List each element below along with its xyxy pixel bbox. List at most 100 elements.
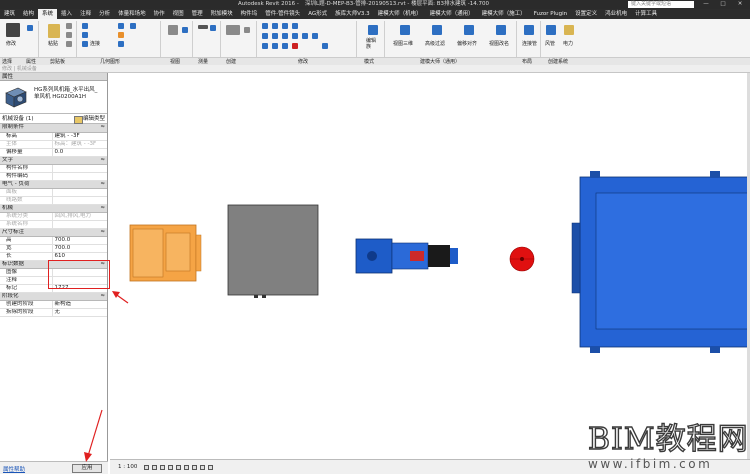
shadows-icon[interactable] xyxy=(168,465,173,470)
mirror-line-icon[interactable] xyxy=(292,23,298,29)
demolish-icon[interactable] xyxy=(130,23,136,29)
wall-join-icon[interactable] xyxy=(118,23,124,29)
drawing-canvas[interactable] xyxy=(110,73,750,459)
collapse-chevron-icon[interactable]: ≈ xyxy=(52,292,107,301)
power-system-icon[interactable] xyxy=(564,25,574,35)
tab-2[interactable]: 系统 xyxy=(38,9,58,19)
rename-view-icon[interactable] xyxy=(496,25,506,35)
property-row[interactable]: 长 610 xyxy=(0,252,107,261)
view-icon[interactable] xyxy=(168,25,178,35)
fan-box-orange[interactable] xyxy=(129,224,202,282)
tab-16[interactable]: 建模大师（通用） xyxy=(426,9,478,19)
property-value[interactable]: 回风,排风,电力 xyxy=(52,212,107,221)
mirror-icon[interactable] xyxy=(282,23,288,29)
type-selector[interactable]: HG系列风机箱_水平出风_单风机 HG0200A1H xyxy=(0,81,107,114)
cope-icon[interactable] xyxy=(82,23,88,29)
paint-icon[interactable] xyxy=(118,32,124,38)
split-gap-icon[interactable] xyxy=(322,43,328,49)
property-category[interactable]: 限制条件 ≈ xyxy=(0,124,107,133)
tab-6[interactable]: 体量和场地 xyxy=(114,9,150,19)
property-row[interactable]: 系统分类 回风,排风,电力 xyxy=(0,212,107,221)
property-category[interactable]: 机械 ≈ xyxy=(0,204,107,213)
property-value[interactable] xyxy=(52,220,107,229)
collapse-chevron-icon[interactable]: ≈ xyxy=(52,180,107,189)
property-value[interactable]: 700.0 xyxy=(52,236,107,245)
properties-help-link[interactable]: 属性帮助 xyxy=(3,465,25,473)
air-handling-unit[interactable] xyxy=(571,171,750,353)
offset-icon[interactable] xyxy=(272,23,278,29)
delete-icon[interactable] xyxy=(292,43,298,49)
align-icon[interactable] xyxy=(262,23,268,29)
tab-14[interactable]: 族库大师V3.3 xyxy=(331,9,374,19)
tab-19[interactable]: 设置定义 xyxy=(571,9,601,19)
tab-10[interactable]: 附加模块 xyxy=(207,9,237,19)
tab-0[interactable]: 建筑 xyxy=(0,9,19,19)
cut-geometry-icon[interactable] xyxy=(82,32,88,38)
property-category[interactable]: 文字 ≈ xyxy=(0,156,107,165)
create-group-icon[interactable] xyxy=(244,27,250,33)
property-row[interactable]: 偏移量 0.0 xyxy=(0,148,107,157)
property-row[interactable]: 宽 700.0 xyxy=(0,244,107,253)
tab-3[interactable]: 插入 xyxy=(57,9,76,19)
copy-icon[interactable] xyxy=(66,32,72,38)
tab-9[interactable]: 管理 xyxy=(188,9,207,19)
properties-icon[interactable] xyxy=(27,25,33,31)
collapse-chevron-icon[interactable]: ≈ xyxy=(52,156,107,165)
red-sprinkler[interactable] xyxy=(509,246,535,272)
duct-system-icon[interactable] xyxy=(546,25,556,35)
trim-icon[interactable] xyxy=(292,33,298,39)
tab-13[interactable]: AG形式 xyxy=(304,9,331,19)
property-category[interactable]: 电气 - 负荷 ≈ xyxy=(0,180,107,189)
property-row[interactable]: 拆除的阶段无 xyxy=(0,308,107,317)
property-value[interactable] xyxy=(52,164,107,173)
tab-7[interactable]: 协作 xyxy=(150,9,169,19)
tab-8[interactable]: 视图 xyxy=(169,9,188,19)
edit-family-icon[interactable] xyxy=(368,25,378,35)
property-row[interactable]: 创建的阶段 新构造 xyxy=(0,300,107,309)
unpin-icon[interactable] xyxy=(312,33,318,39)
thin-lines-icon[interactable] xyxy=(182,27,188,33)
dimension-icon[interactable] xyxy=(210,25,216,31)
tab-12[interactable]: 管件-管件镜头 xyxy=(261,9,304,19)
tab-4[interactable]: 注释 xyxy=(76,9,95,19)
show-crop-icon[interactable] xyxy=(184,465,189,470)
property-row[interactable]: 高 700.0 xyxy=(0,236,107,245)
edit-type-button[interactable]: 编辑类型 xyxy=(73,115,105,124)
property-category[interactable]: 阶段化 ≈ xyxy=(0,292,107,301)
view-3d-icon[interactable] xyxy=(400,25,410,35)
join-icon[interactable] xyxy=(82,41,88,47)
property-value[interactable] xyxy=(52,196,107,205)
property-row[interactable]: 构件名称 xyxy=(0,164,107,173)
analytical-model-icon[interactable] xyxy=(208,465,213,470)
property-value[interactable] xyxy=(52,188,107,197)
split-icon[interactable] xyxy=(302,33,308,39)
sun-path-icon[interactable] xyxy=(160,465,165,470)
collapse-chevron-icon[interactable]: ≈ xyxy=(52,204,107,213)
create-part-icon[interactable] xyxy=(226,25,240,35)
property-row[interactable]: 面板 xyxy=(0,188,107,197)
view-scale[interactable]: 1 : 100 xyxy=(118,460,137,475)
measure-icon[interactable] xyxy=(198,25,208,29)
scale-icon[interactable] xyxy=(272,43,278,49)
apply-button[interactable]: 应用 xyxy=(72,464,102,473)
property-value[interactable]: 700.0 xyxy=(52,244,107,253)
match-icon[interactable] xyxy=(66,41,72,47)
collapse-chevron-icon[interactable]: ≈ xyxy=(52,228,107,237)
paste-icon[interactable] xyxy=(48,24,60,38)
tab-5[interactable]: 分析 xyxy=(95,9,114,19)
copy-element-icon[interactable] xyxy=(272,33,278,39)
pin-icon[interactable] xyxy=(282,43,288,49)
property-value[interactable]: 新构造 xyxy=(52,300,107,309)
tab-18[interactable]: Fuzor Plugin xyxy=(530,9,571,19)
close-icon[interactable]: ✕ xyxy=(731,0,749,9)
property-value[interactable]: 建筑 - -3F xyxy=(52,132,107,141)
property-value[interactable]: 标高：建筑 - -3F xyxy=(52,140,107,149)
crop-view-icon[interactable] xyxy=(176,465,181,470)
maximize-icon[interactable]: □ xyxy=(714,0,732,9)
temporary-hide-icon[interactable] xyxy=(192,465,197,470)
property-value[interactable]: 0.0 xyxy=(52,148,107,157)
tab-11[interactable]: 构件坞 xyxy=(237,9,262,19)
tab-20[interactable]: 鸿业机电 xyxy=(601,9,631,19)
tab-1[interactable]: 结构 xyxy=(19,9,38,19)
search-input[interactable]: 键入关键字或短语 xyxy=(628,1,694,8)
